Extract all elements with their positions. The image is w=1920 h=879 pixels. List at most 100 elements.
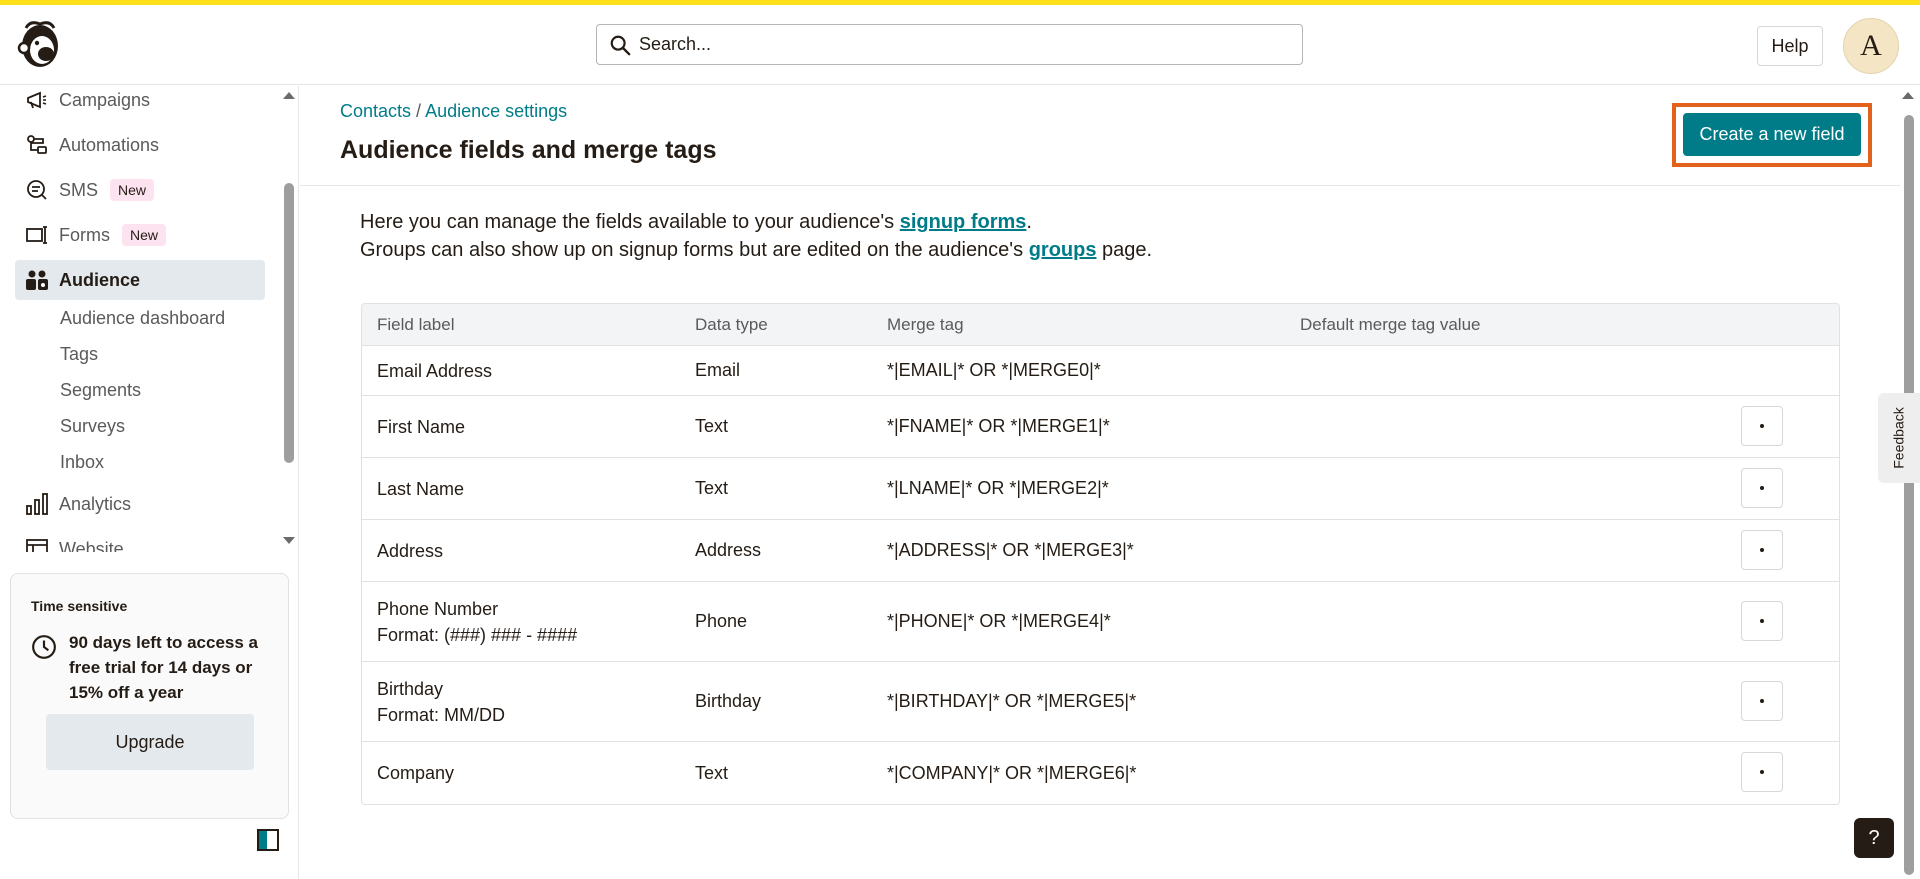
- page-title: Audience fields and merge tags: [340, 136, 717, 164]
- merge-tag: *|ADDRESS|* OR *|MERGE3|*: [887, 540, 1134, 560]
- column-header-default-value: Default merge tag value: [1300, 314, 1481, 334]
- trial-title: Time sensitive: [31, 598, 128, 614]
- table-row: First Name Text *|FNAME|* OR *|MERGE1|*: [362, 396, 1839, 458]
- sidebar-subitem-segments[interactable]: Segments: [60, 380, 141, 401]
- forms-icon: [26, 226, 47, 244]
- field-label: Phone Number: [377, 598, 499, 619]
- page-scrollbar[interactable]: [1904, 115, 1914, 875]
- sidebar-item-label: Website: [59, 538, 124, 553]
- page-scroll-up[interactable]: [1902, 92, 1914, 99]
- merge-tag: *|EMAIL|* OR *|MERGE0|*: [887, 360, 1101, 380]
- row-menu-button[interactable]: [1741, 681, 1783, 721]
- new-badge: New: [122, 224, 167, 246]
- breadcrumb-audience-settings[interactable]: Audience settings: [425, 101, 567, 121]
- intro-text-1: Here you can manage the fields available…: [360, 211, 900, 233]
- more-vertical-icon: [1760, 699, 1764, 703]
- table-row: Birthday Format: MM/DD Birthday *|BIRTHD…: [362, 662, 1839, 742]
- upgrade-button[interactable]: Upgrade: [46, 714, 254, 770]
- field-label: Birthday: [377, 678, 444, 699]
- table-row: Email Address Email *|EMAIL|* OR *|MERGE…: [362, 346, 1839, 396]
- data-type: Birthday: [695, 691, 762, 711]
- signup-forms-link[interactable]: signup forms: [900, 211, 1027, 233]
- groups-link[interactable]: groups: [1029, 239, 1097, 261]
- table-header: Field label Data type Merge tag Default …: [362, 304, 1839, 346]
- feedback-label: Feedback: [1891, 407, 1908, 469]
- more-vertical-icon: [1760, 486, 1764, 490]
- sidebar-item-label: Audience: [59, 269, 141, 290]
- help-fab-button[interactable]: ?: [1854, 818, 1894, 858]
- data-type: Email: [695, 360, 741, 380]
- mailchimp-logo-icon[interactable]: [16, 18, 66, 72]
- sidebar-scroll-up[interactable]: [283, 92, 295, 99]
- merge-tag: *|COMPANY|* OR *|MERGE6|*: [887, 762, 1137, 783]
- sidebar-subitem-inbox[interactable]: Inbox: [60, 452, 104, 473]
- column-header-merge-tag: Merge tag: [887, 314, 964, 334]
- sidebar-item-campaigns[interactable]: Campaigns: [15, 86, 265, 120]
- table-row: Address Address *|ADDRESS|* OR *|MERGE3|…: [362, 520, 1839, 582]
- analytics-icon: [26, 493, 48, 515]
- trial-card: Time sensitive 90 days left to access a …: [10, 573, 289, 819]
- table-row: Last Name Text *|LNAME|* OR *|MERGE2|*: [362, 458, 1839, 520]
- merge-tag: *|LNAME|* OR *|MERGE2|*: [887, 478, 1109, 498]
- top-bar: Help A: [0, 5, 1920, 85]
- main-content: Contacts / Audience settings Audience fi…: [300, 86, 1900, 879]
- help-button[interactable]: Help: [1757, 26, 1823, 66]
- sidebar-item-sms[interactable]: SMS New: [15, 170, 265, 210]
- column-header-data-type: Data type: [695, 314, 768, 334]
- data-type: Text: [695, 416, 729, 436]
- row-menu-button[interactable]: [1741, 468, 1783, 508]
- field-label: First Name: [377, 416, 466, 437]
- create-field-button[interactable]: Create a new field: [1683, 113, 1861, 156]
- data-type: Text: [695, 478, 729, 498]
- sidebar-item-label: SMS: [59, 179, 99, 200]
- sidebar-subitem-audience-dashboard[interactable]: Audience dashboard: [60, 308, 225, 329]
- sidebar-item-website[interactable]: Website: [15, 529, 265, 552]
- row-menu-button[interactable]: [1741, 406, 1783, 446]
- row-menu-button[interactable]: [1741, 601, 1783, 641]
- more-vertical-icon: [1760, 424, 1764, 428]
- sidebar: Campaigns Automations SMS New Forms New …: [0, 86, 299, 879]
- audience-icon: [26, 270, 48, 290]
- sidebar-item-label: Campaigns: [59, 89, 151, 110]
- column-header-field-label: Field label: [377, 314, 455, 334]
- search-box[interactable]: [596, 24, 1303, 65]
- breadcrumb-separator: /: [411, 101, 426, 121]
- sidebar-item-automations[interactable]: Automations: [15, 125, 265, 165]
- avatar[interactable]: A: [1843, 18, 1899, 74]
- sidebar-scrollbar[interactable]: [284, 183, 294, 463]
- sidebar-nav: Campaigns Automations SMS New Forms New …: [0, 86, 282, 552]
- field-label: Address: [377, 540, 444, 561]
- sidebar-item-forms[interactable]: Forms New: [15, 215, 265, 255]
- divider: [300, 185, 1900, 186]
- field-format: Format: (###) ### - ####: [377, 624, 578, 645]
- field-label: Email Address: [377, 360, 493, 381]
- more-vertical-icon: [1760, 548, 1764, 552]
- intro-text-1-end: .: [1026, 211, 1032, 233]
- field-label: Company: [377, 763, 455, 783]
- sidebar-item-analytics[interactable]: Analytics: [15, 484, 265, 524]
- merge-tag: *|BIRTHDAY|* OR *|MERGE5|*: [887, 691, 1137, 711]
- data-type: Address: [695, 540, 762, 560]
- sidebar-subitem-tags[interactable]: Tags: [60, 344, 98, 365]
- search-input[interactable]: [639, 34, 1239, 55]
- sms-icon: [27, 180, 47, 200]
- sidebar-item-label: Automations: [59, 134, 160, 155]
- row-menu-button[interactable]: [1741, 752, 1783, 792]
- feedback-tab[interactable]: Feedback: [1878, 393, 1920, 483]
- automation-icon: [27, 135, 47, 154]
- sidebar-item-label: Forms: [59, 224, 110, 245]
- sidebar-scroll-down[interactable]: [283, 537, 295, 544]
- collapse-sidebar-icon[interactable]: [257, 829, 279, 851]
- breadcrumb-contacts[interactable]: Contacts: [340, 101, 411, 121]
- breadcrumb: Contacts / Audience settings: [340, 101, 567, 122]
- intro-text-2-end: page.: [1096, 239, 1153, 261]
- field-label-cell: Birthday Format: MM/DD: [362, 676, 695, 728]
- row-menu-button[interactable]: [1741, 530, 1783, 570]
- website-icon: [26, 539, 48, 552]
- sidebar-subitem-surveys[interactable]: Surveys: [60, 416, 125, 437]
- field-label-cell: Phone Number Format: (###) ### - ####: [362, 596, 695, 648]
- megaphone-icon: [27, 91, 47, 109]
- field-label: Last Name: [377, 478, 465, 499]
- field-format: Format: MM/DD: [377, 704, 505, 725]
- sidebar-item-audience[interactable]: Audience: [15, 260, 265, 300]
